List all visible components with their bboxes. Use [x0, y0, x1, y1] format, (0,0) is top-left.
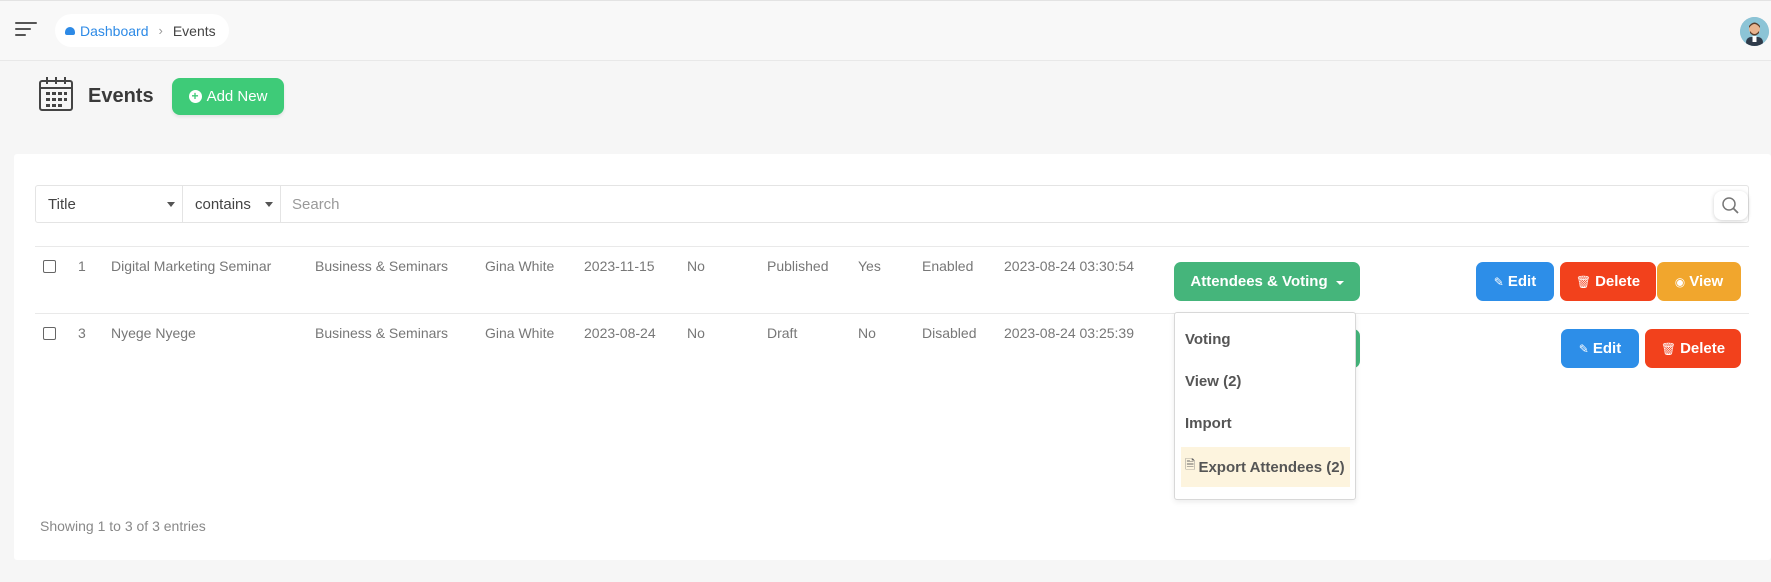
row-title: Digital Marketing Seminar [111, 258, 272, 274]
row-flag2: No [858, 325, 876, 341]
menu-item-voting[interactable]: Voting [1185, 331, 1231, 348]
row-category: Business & Seminars [315, 258, 449, 274]
page-heading: Events [38, 75, 154, 117]
row-organizer: Gina White [485, 325, 555, 341]
row-title: Nyege Nyege [111, 325, 196, 341]
view-label: View [1689, 273, 1724, 290]
export-icon: 🗎 [1185, 457, 1196, 472]
plus-circle-icon: + [188, 90, 202, 103]
edit-label: Edit [1592, 340, 1622, 357]
view-button[interactable]: ◉ View [1657, 262, 1741, 301]
menu-item-export-label: Export Attendees (2) [1198, 458, 1345, 476]
trash-icon: 🗑 [1660, 341, 1677, 356]
page-title: Events [88, 84, 154, 107]
table-divider [35, 313, 1749, 314]
row-state: Enabled [922, 258, 974, 274]
breadcrumb-home-label: Dashboard [80, 22, 149, 39]
trash-icon: 🗑 [1575, 274, 1592, 289]
menu-item-export-attendees[interactable]: 🗎 Export Attendees (2) [1181, 447, 1350, 487]
attendees-voting-dropdown-button[interactable]: Attendees & Voting [1174, 262, 1360, 301]
menu-item-view[interactable]: View (2) [1185, 373, 1241, 390]
row-flag2: Yes [858, 258, 881, 274]
attendees-voting-menu: Voting View (2) Import 🗎 Export Attendee… [1174, 312, 1356, 500]
row-created: 2023-08-24 03:30:54 [1004, 258, 1134, 274]
menu-item-import[interactable]: Import [1185, 415, 1232, 432]
row-checkbox[interactable] [43, 260, 56, 273]
breadcrumb-separator: › [158, 23, 163, 38]
eye-icon: ◉ [1674, 274, 1686, 289]
edit-button[interactable]: ✎ Edit [1561, 329, 1639, 368]
attendees-voting-label: Attendees & Voting [1190, 273, 1328, 290]
delete-button[interactable]: 🗑 Delete [1560, 262, 1656, 301]
top-bar: Dashboard › Events [0, 0, 1771, 61]
delete-label: Delete [1680, 340, 1726, 357]
search-button[interactable] [1714, 191, 1748, 220]
table-info: Showing 1 to 3 of 3 entries [40, 518, 206, 534]
row-date: 2023-08-24 [584, 325, 656, 341]
search-icon [1722, 197, 1739, 214]
row-status: Published [767, 258, 829, 274]
row-organizer: Gina White [485, 258, 555, 274]
row-created: 2023-08-24 03:25:39 [1004, 325, 1134, 341]
filter-operator-select[interactable]: contains [183, 186, 281, 222]
add-new-label: Add New [206, 88, 268, 105]
filter-field-select[interactable]: Title [36, 186, 183, 222]
avatar[interactable] [1740, 17, 1769, 46]
edit-icon: ✎ [1493, 274, 1504, 289]
delete-button[interactable]: 🗑 Delete [1645, 329, 1741, 368]
breadcrumb-current: Events [172, 22, 216, 39]
delete-label: Delete [1595, 273, 1641, 290]
edit-button[interactable]: ✎ Edit [1476, 262, 1554, 301]
menu-icon[interactable] [15, 22, 37, 38]
breadcrumb: Dashboard › Events [55, 14, 229, 47]
chevron-down-icon [265, 202, 273, 207]
edit-icon: ✎ [1578, 341, 1589, 356]
filter-field-value: Title [48, 195, 76, 213]
row-id: 1 [78, 258, 86, 274]
chevron-down-icon [1335, 280, 1344, 285]
breadcrumb-dashboard-link[interactable]: Dashboard [65, 23, 149, 39]
row-id: 3 [78, 325, 86, 341]
search-input[interactable] [281, 186, 1748, 222]
row-status: Draft [767, 325, 798, 341]
row-checkbox[interactable] [43, 327, 56, 340]
add-new-button[interactable]: + Add New [172, 78, 284, 115]
row-date: 2023-11-15 [584, 258, 655, 274]
row-flag1: No [687, 325, 705, 341]
row-state: Disabled [922, 325, 977, 341]
calendar-icon [38, 76, 74, 117]
table-divider [35, 246, 1749, 247]
chevron-down-icon [167, 202, 175, 207]
row-flag1: No [687, 258, 705, 274]
filter-operator-value: contains [195, 195, 251, 213]
edit-label: Edit [1507, 273, 1537, 290]
row-category: Business & Seminars [315, 325, 449, 341]
dashboard-icon [65, 26, 75, 35]
filter-bar: Title contains [35, 185, 1749, 223]
